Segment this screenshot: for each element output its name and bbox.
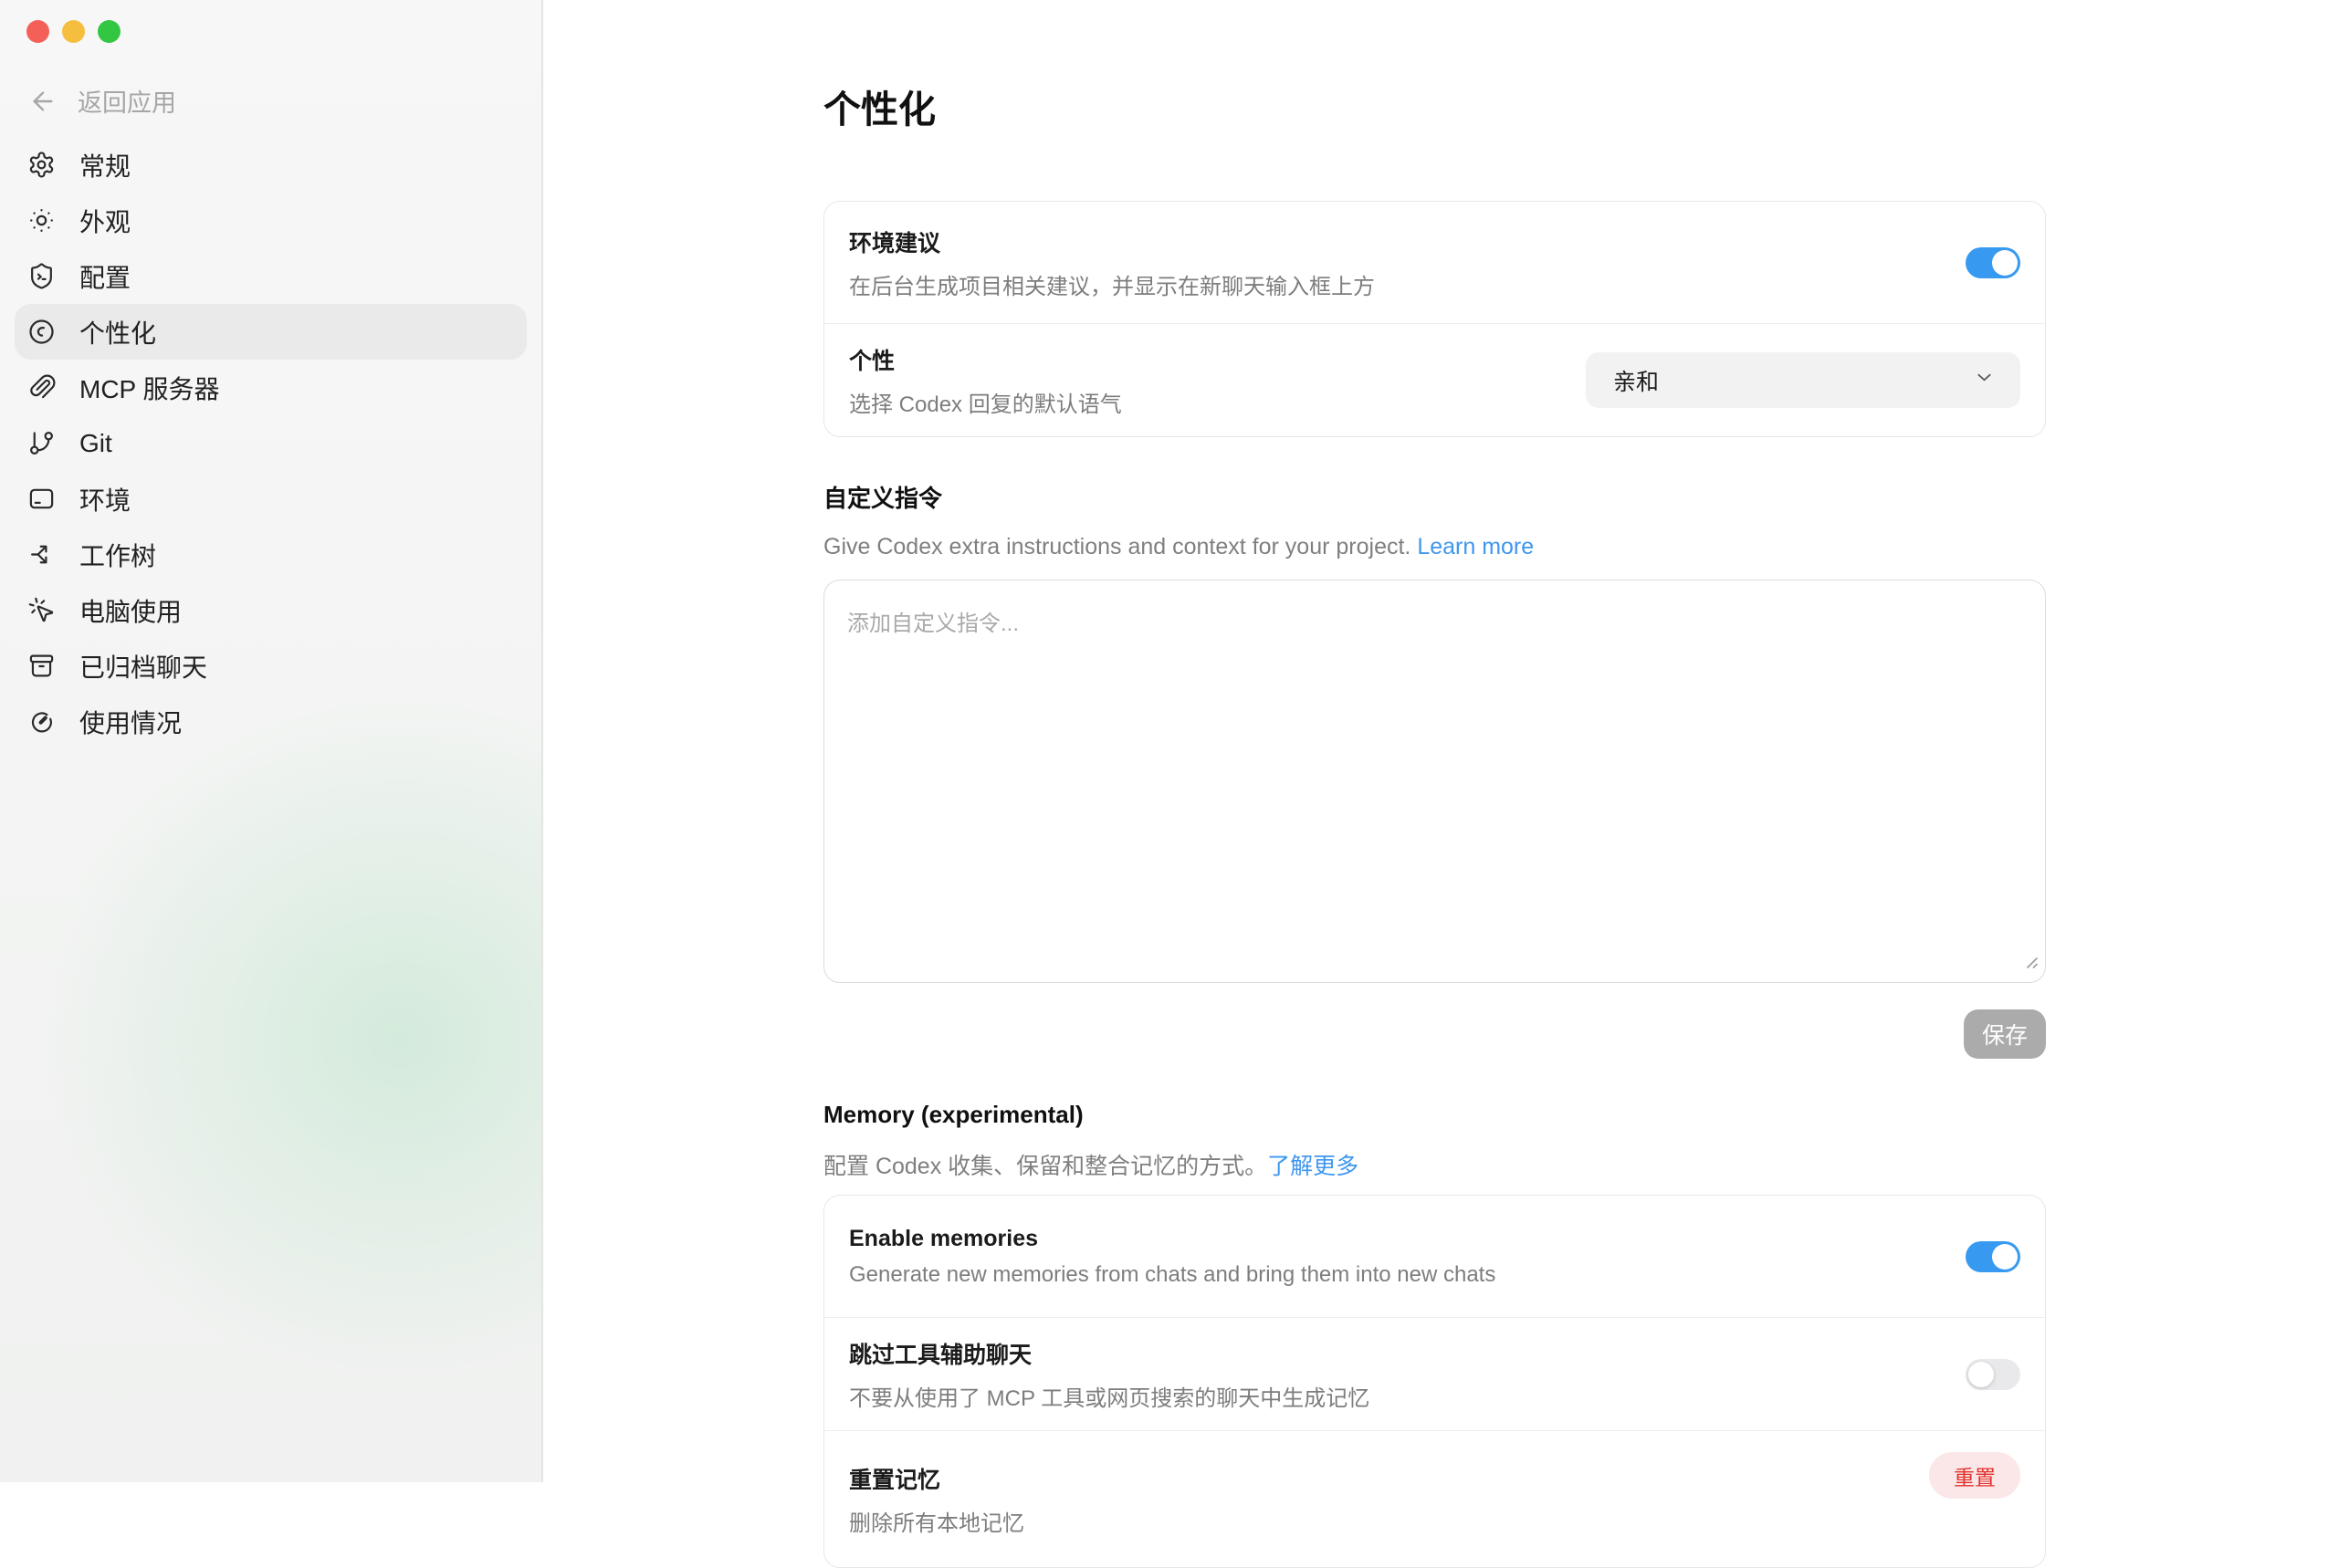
back-to-app-label: 返回应用 — [78, 83, 176, 119]
sidebar-item-appearance[interactable]: 外观 — [15, 193, 527, 248]
sidebar-item-archived-chats[interactable]: 已归档聊天 — [15, 638, 527, 694]
settings-main-panel: 个性化 环境建议 在后台生成项目相关建议，并显示在新聊天输入框上方 个性 选择 … — [543, 0, 2328, 1482]
reset-memories-title: 重置记忆 — [849, 1462, 1024, 1495]
zoom-window-button[interactable] — [98, 20, 121, 43]
personality-row: 个性 选择 Codex 回复的默认语气 亲和 — [824, 323, 2045, 436]
window-icon — [27, 485, 56, 513]
reset-memories-description: 删除所有本地记忆 — [849, 1505, 1024, 1537]
toggle-knob — [1992, 250, 2018, 276]
enable-memories-toggle[interactable] — [1966, 1241, 2020, 1272]
personality-description: 选择 Codex 回复的默认语气 — [849, 386, 1122, 418]
toggle-knob — [1992, 1244, 2018, 1270]
memory-card: Enable memories Generate new memories fr… — [823, 1195, 2046, 1568]
personality-selected-option: 亲和 — [1613, 364, 1659, 397]
environment-suggestions-title: 环境建议 — [849, 225, 1375, 258]
personality-title: 个性 — [849, 343, 1122, 376]
reset-memories-row: 重置记忆 删除所有本地记忆 重置 — [824, 1430, 2045, 1567]
sidebar-item-label: 使用情况 — [79, 704, 182, 740]
sidebar-item-environments[interactable]: 环境 — [15, 471, 527, 527]
skip-tool-chats-toggle[interactable] — [1966, 1359, 2020, 1390]
toggle-knob — [1968, 1362, 1994, 1387]
sidebar-item-mcp-servers[interactable]: MCP 服务器 — [15, 360, 527, 415]
memory-learn-more-link[interactable]: 了解更多 — [1267, 1154, 1358, 1179]
sidebar-nav: 常规 外观 配置 个性化 MCP 服务器 Git 环境 工作树 — [15, 137, 527, 749]
custom-instructions-editor — [823, 580, 2046, 983]
memory-heading: Memory (experimental) — [823, 1101, 2046, 1129]
settings-sidebar: 返回应用 常规 外观 配置 个性化 MCP 服务器 Git 环境 — [0, 0, 543, 1482]
sidebar-item-label: MCP 服务器 — [79, 370, 220, 406]
sidebar-item-label: 配置 — [79, 258, 131, 295]
cursor-click-icon — [27, 596, 56, 624]
environment-suggestions-description: 在后台生成项目相关建议，并显示在新聊天输入框上方 — [849, 268, 1375, 300]
sidebar-item-label: 环境 — [79, 481, 131, 517]
sidebar-item-label: 工作树 — [79, 537, 156, 573]
git-branch-icon — [27, 429, 56, 457]
personalization-icon — [27, 318, 56, 346]
close-window-button[interactable] — [26, 20, 49, 43]
sidebar-item-label: 已归档聊天 — [79, 648, 207, 685]
sidebar-item-label: 个性化 — [79, 314, 156, 350]
save-button[interactable]: 保存 — [1964, 1009, 2046, 1059]
sidebar-item-usage[interactable]: 使用情况 — [15, 694, 527, 749]
archive-icon — [27, 652, 56, 680]
custom-instructions-heading: 自定义指令 — [823, 480, 2046, 514]
enable-memories-title: Enable memories — [849, 1226, 1495, 1252]
environment-suggestions-row: 环境建议 在后台生成项目相关建议，并显示在新聊天输入框上方 — [824, 202, 2045, 323]
sidebar-item-git[interactable]: Git — [15, 415, 527, 471]
sidebar-item-computer-use[interactable]: 电脑使用 — [15, 582, 527, 638]
memory-description-text: 配置 Codex 收集、保留和整合记忆的方式。 — [823, 1154, 1267, 1179]
gauge-icon — [27, 707, 56, 736]
learn-more-link[interactable]: Learn more — [1417, 534, 1534, 559]
brightness-icon — [27, 206, 56, 235]
mcp-paperclip-icon — [27, 373, 56, 402]
custom-instructions-textarea[interactable] — [823, 580, 2046, 983]
custom-instructions-description: Give Codex extra instructions and contex… — [823, 534, 2046, 560]
reset-memories-button[interactable]: 重置 — [1929, 1452, 2020, 1499]
personality-select[interactable]: 亲和 — [1586, 352, 2020, 408]
sidebar-item-label: Git — [79, 429, 112, 458]
chevron-down-icon — [1972, 365, 1997, 396]
sidebar-item-worktrees[interactable]: 工作树 — [15, 527, 527, 582]
enable-memories-row: Enable memories Generate new memories fr… — [824, 1196, 2045, 1317]
sidebar-item-config[interactable]: 配置 — [15, 248, 527, 304]
skip-tool-chats-row: 跳过工具辅助聊天 不要从使用了 MCP 工具或网页搜索的聊天中生成记忆 — [824, 1317, 2045, 1430]
memory-description: 配置 Codex 收集、保留和整合记忆的方式。了解更多 — [823, 1148, 2046, 1181]
sidebar-item-label: 电脑使用 — [79, 592, 182, 629]
page-title: 个性化 — [823, 78, 2046, 133]
back-to-app-button[interactable]: 返回应用 — [28, 83, 176, 119]
sidebar-item-label: 常规 — [79, 147, 131, 183]
shield-prompt-icon — [27, 262, 56, 290]
window-controls — [26, 20, 121, 43]
back-arrow-icon — [28, 87, 58, 116]
enable-memories-description: Generate new memories from chats and bri… — [849, 1262, 1495, 1288]
minimize-window-button[interactable] — [62, 20, 85, 43]
skip-tool-chats-description: 不要从使用了 MCP 工具或网页搜索的聊天中生成记忆 — [849, 1380, 1369, 1412]
gear-icon — [27, 151, 56, 179]
skip-tool-chats-title: 跳过工具辅助聊天 — [849, 1337, 1369, 1370]
sidebar-item-label: 外观 — [79, 203, 131, 239]
personalization-card: 环境建议 在后台生成项目相关建议，并显示在新聊天输入框上方 个性 选择 Code… — [823, 201, 2046, 437]
split-arrows-icon — [27, 540, 56, 569]
custom-instructions-description-text: Give Codex extra instructions and contex… — [823, 534, 1417, 559]
sidebar-item-personalization[interactable]: 个性化 — [15, 304, 527, 360]
environment-suggestions-toggle[interactable] — [1966, 247, 2020, 278]
sidebar-item-general[interactable]: 常规 — [15, 137, 527, 193]
